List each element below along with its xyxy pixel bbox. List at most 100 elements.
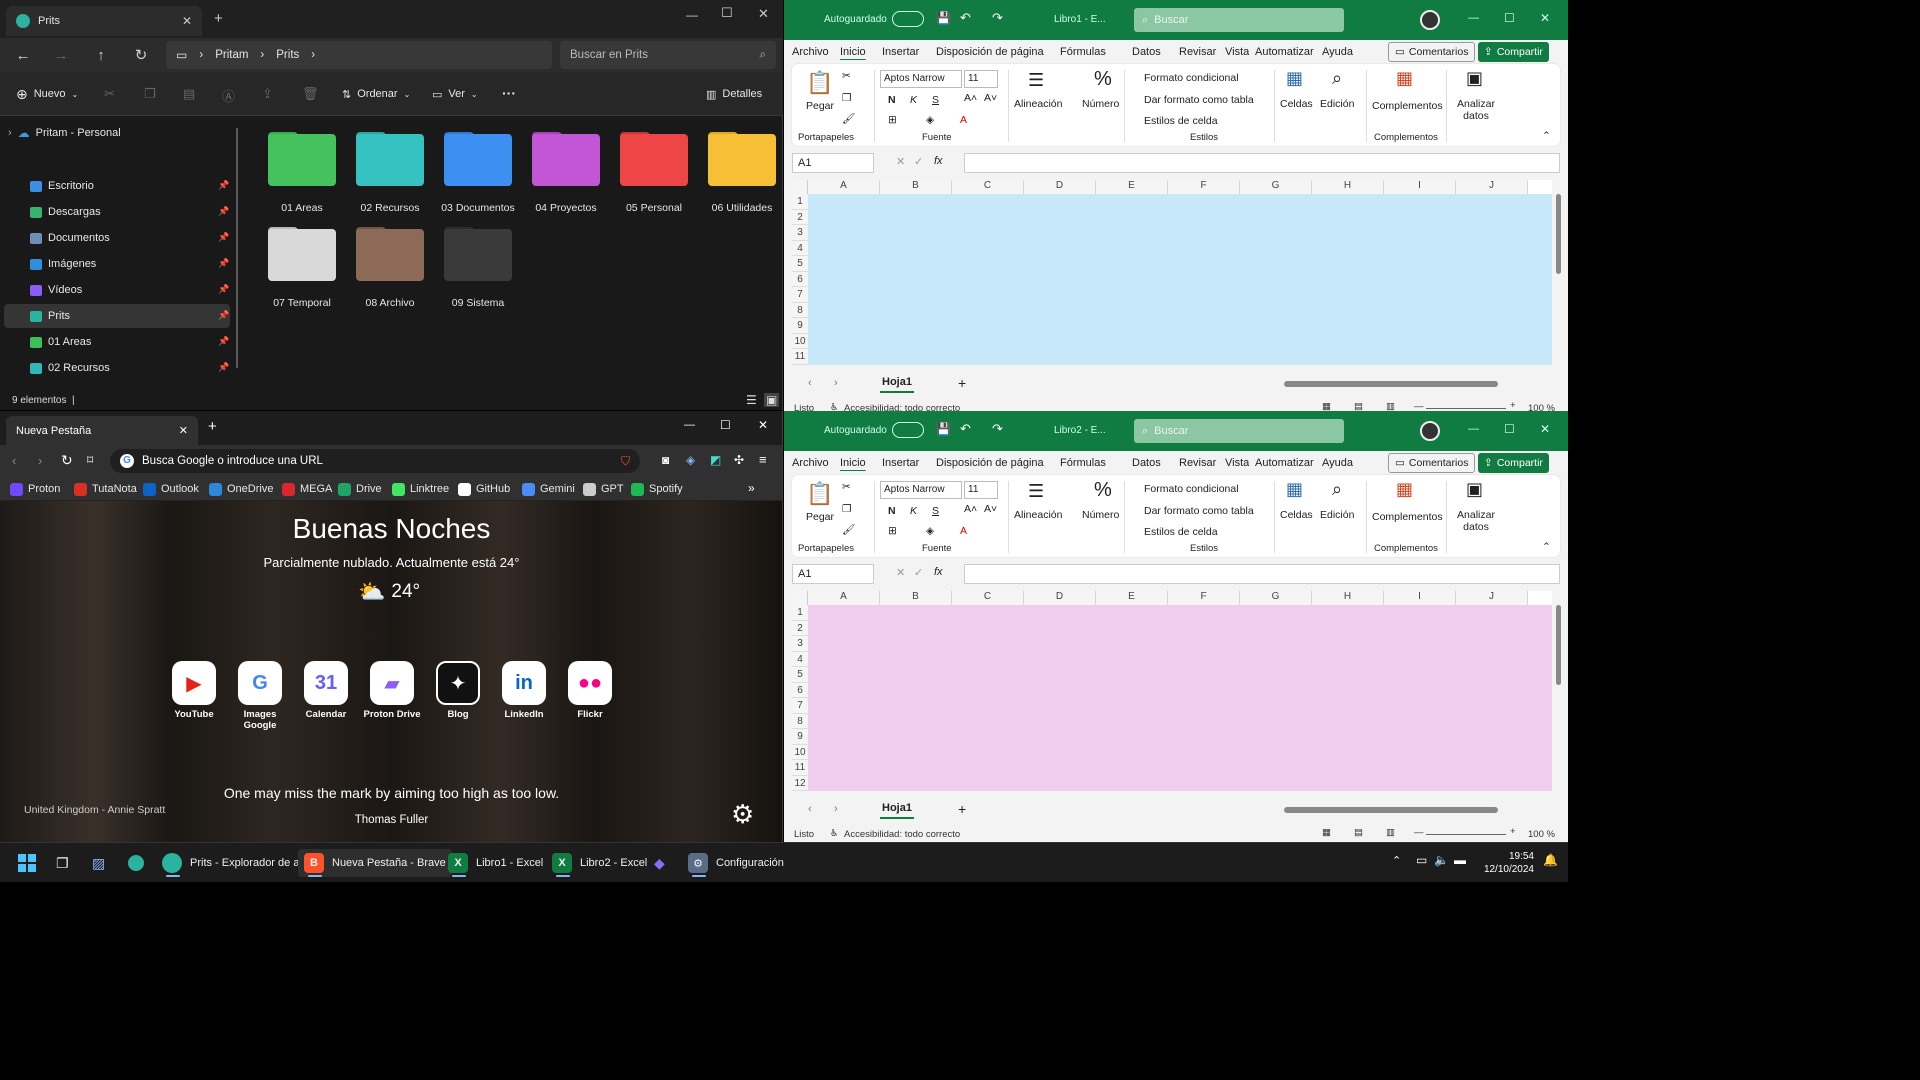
ribbon-tab[interactable]: Ayuda [1322,46,1353,58]
details-button[interactable]: ▥ Detalles [706,79,762,109]
ribbon-tab[interactable]: Disposición de página [936,457,1044,469]
format-painter-icon[interactable]: 🖌 [842,523,855,536]
analyze-data-button[interactable]: Analizar datos [1456,509,1496,533]
normal-view-icon[interactable]: ▦ [1322,827,1331,838]
minimize-icon[interactable]: — [1468,423,1479,435]
shrink-font-icon[interactable]: A˅ [984,503,997,515]
fill-color-icon[interactable]: ◈ [926,114,934,126]
zoom-out-icon[interactable]: — [1414,827,1424,838]
borders-icon[interactable]: ⊞ [888,114,897,126]
ribbon-tab[interactable]: Automatizar [1255,46,1314,58]
addins-button[interactable]: Complementos [1372,100,1443,112]
folder-tile[interactable]: 05 Personal [610,116,694,214]
row-header[interactable]: 10 [792,333,808,349]
breadcrumb-item[interactable]: Prits [276,49,299,61]
formula-input[interactable] [964,153,1560,173]
start-button[interactable] [12,849,42,877]
extension-icon[interactable]: ◩ [710,453,721,467]
bookmarks-overflow-icon[interactable]: » [748,481,755,495]
folder-tile[interactable]: 08 Archivo [346,211,430,309]
bookmark-item[interactable]: Proton [10,481,60,497]
pin-icon[interactable]: 📌 [218,206,229,216]
prev-sheet-icon[interactable]: ‹ [808,377,812,389]
editing-button[interactable]: Edición [1320,98,1354,110]
italic-button[interactable]: K [910,94,917,106]
bookmark-item[interactable]: GPT [583,481,624,497]
forward-icon[interactable]: › [38,453,42,468]
next-sheet-icon[interactable]: › [834,803,838,815]
font-color-icon[interactable]: A [960,525,967,537]
column-header[interactable]: I [1384,180,1456,194]
font-size-select[interactable]: 11 [964,70,998,88]
ribbon-tab[interactable]: Ayuda [1322,457,1353,469]
insert-function-button[interactable]: fx [934,566,943,578]
column-header[interactable]: H [1312,180,1384,194]
add-sheet-icon[interactable]: + [958,801,966,817]
fill-color-icon[interactable]: ◈ [926,525,934,537]
cut-icon[interactable]: ✂ [104,86,115,102]
select-all-corner[interactable] [792,180,808,194]
bookmark-item[interactable]: TutaNota [74,481,137,497]
format-table-button[interactable]: Dar formato como tabla [1144,94,1254,106]
save-icon[interactable]: 💾 [936,422,951,436]
brave-shield-icon[interactable]: ⛉ [621,454,630,469]
bookmark-item[interactable]: Spotify [631,481,683,497]
cell-styles-button[interactable]: Estilos de celda [1144,526,1218,538]
folder-tile[interactable]: 09 Sistema [434,211,518,309]
excel-search-input[interactable]: ⌕ Buscar [1134,419,1344,443]
copy-icon[interactable]: ❐ [144,86,156,102]
ribbon-tab[interactable]: Fórmulas [1060,46,1106,58]
save-icon[interactable]: 💾 [936,11,951,25]
comments-button[interactable]: ▭ Comentarios [1388,453,1476,473]
puzzle-icon[interactable]: ✣ [734,453,744,467]
page-layout-icon[interactable]: ▤ [1354,827,1363,838]
addins-icon[interactable]: ▦ [1396,68,1413,89]
cells-icon[interactable]: ▦ [1286,68,1303,89]
horizontal-scrollbar[interactable] [1284,380,1498,387]
paste-label[interactable]: Pegar [806,511,834,523]
comments-button[interactable]: ▭ Comentarios [1388,42,1476,62]
page-layout-icon[interactable]: ▤ [1354,401,1363,412]
column-header[interactable]: D [1024,180,1096,194]
task-view-button[interactable]: ❐ [50,849,75,877]
top-site-tile[interactable]: ✦ Blog [428,661,488,720]
undo-icon[interactable]: ↶ [960,421,971,437]
row-header[interactable]: 11 [792,760,808,776]
maximize-icon[interactable]: ☐ [1504,422,1515,436]
paste-icon[interactable]: 📋 [806,70,833,96]
row-header[interactable]: 4 [792,240,808,256]
number-button[interactable]: Número [1082,98,1119,110]
menu-icon[interactable]: ≡ [759,452,767,467]
taskbar-app-button[interactable]: X Libro2 - Excel [546,849,653,877]
view-button[interactable]: ▭ Ver ⌄ [432,79,478,109]
ribbon-tab[interactable]: Fórmulas [1060,457,1106,469]
row-header[interactable]: 8 [792,302,808,318]
excel-search-input[interactable]: ⌕ Buscar [1134,8,1344,32]
redo-icon[interactable]: ↷ [992,10,1003,26]
alignment-button[interactable]: Alineación [1014,98,1062,110]
sidebar-item[interactable]: Descargas 📌 [4,200,230,224]
close-window-icon[interactable]: ✕ [758,418,768,432]
top-site-tile[interactable]: ▶ YouTube [164,661,224,720]
top-site-tile[interactable]: ▰ Proton Drive [362,661,422,720]
maximize-icon[interactable]: ☐ [721,5,733,21]
taskbar-app-button[interactable]: Prits - Explorador de arc [156,849,315,877]
close-window-icon[interactable]: ✕ [1540,11,1550,25]
accessibility-status[interactable]: Accesibilidad: todo correcto [844,829,960,840]
volume-icon[interactable]: 🔈 [1434,853,1449,867]
page-break-icon[interactable]: ▥ [1386,827,1395,838]
show-hidden-icons[interactable]: ⌃ [1392,854,1401,867]
ribbon-tab[interactable]: Archivo [792,46,829,58]
analyze-icon[interactable]: ▣ [1466,68,1483,89]
addins-button[interactable]: Complementos [1372,511,1443,523]
minimize-icon[interactable]: — [1468,12,1479,24]
ribbon-tab[interactable]: Revisar [1179,457,1216,469]
cells-icon[interactable]: ▦ [1286,479,1303,500]
settings-gear-icon[interactable]: ⚙ [731,799,754,830]
column-header[interactable]: A [808,180,880,194]
enter-icon[interactable]: ✓ [914,155,923,168]
bookmark-item[interactable]: Drive [338,481,382,497]
folder-tile[interactable]: 03 Documentos [434,116,518,214]
accessibility-status[interactable]: Accesibilidad: todo correcto [844,403,960,412]
row-header[interactable]: 5 [792,667,808,683]
